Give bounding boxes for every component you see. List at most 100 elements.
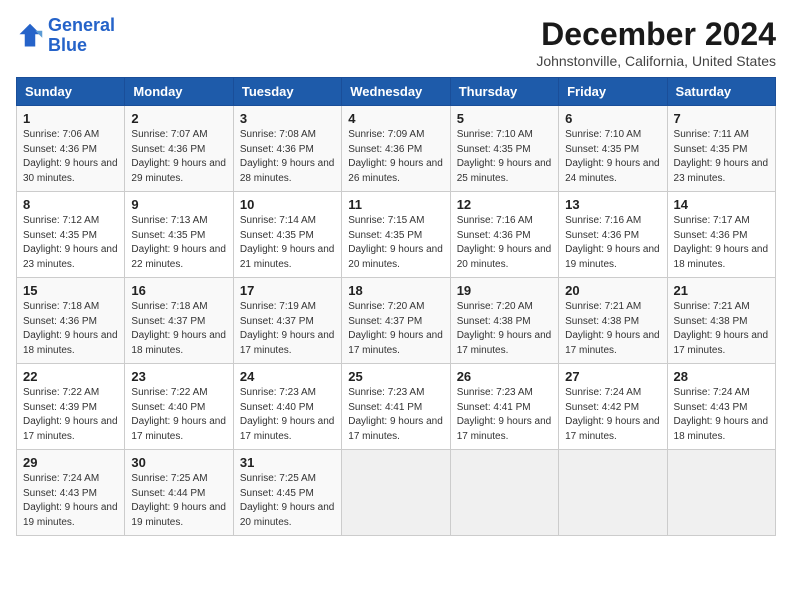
- calendar-cell: [342, 450, 450, 536]
- day-number: 15: [23, 283, 118, 298]
- week-row-1: 1 Sunrise: 7:06 AM Sunset: 4:36 PM Dayli…: [17, 106, 776, 192]
- day-detail: Sunrise: 7:23 AM Sunset: 4:41 PM Dayligh…: [457, 386, 552, 444]
- day-detail: Sunrise: 7:10 AM Sunset: 4:35 PM Dayligh…: [565, 128, 660, 186]
- week-row-3: 15 Sunrise: 7:18 AM Sunset: 4:36 PM Dayl…: [17, 278, 776, 364]
- day-number: 17: [240, 283, 335, 298]
- calendar-cell: 8 Sunrise: 7:12 AM Sunset: 4:35 PM Dayli…: [17, 192, 125, 278]
- day-number: 14: [674, 197, 769, 212]
- calendar-cell: 26 Sunrise: 7:23 AM Sunset: 4:41 PM Dayl…: [450, 364, 558, 450]
- day-detail: Sunrise: 7:25 AM Sunset: 4:44 PM Dayligh…: [131, 472, 226, 530]
- calendar-cell: 16 Sunrise: 7:18 AM Sunset: 4:37 PM Dayl…: [125, 278, 233, 364]
- day-number: 21: [674, 283, 769, 298]
- day-detail: Sunrise: 7:14 AM Sunset: 4:35 PM Dayligh…: [240, 214, 335, 272]
- logo-blue: Blue: [48, 35, 87, 55]
- day-number: 1: [23, 111, 118, 126]
- calendar-cell: 24 Sunrise: 7:23 AM Sunset: 4:40 PM Dayl…: [233, 364, 341, 450]
- calendar-cell: 7 Sunrise: 7:11 AM Sunset: 4:35 PM Dayli…: [667, 106, 775, 192]
- day-detail: Sunrise: 7:09 AM Sunset: 4:36 PM Dayligh…: [348, 128, 443, 186]
- day-number: 5: [457, 111, 552, 126]
- day-detail: Sunrise: 7:16 AM Sunset: 4:36 PM Dayligh…: [457, 214, 552, 272]
- day-detail: Sunrise: 7:22 AM Sunset: 4:39 PM Dayligh…: [23, 386, 118, 444]
- calendar-cell: 20 Sunrise: 7:21 AM Sunset: 4:38 PM Dayl…: [559, 278, 667, 364]
- day-detail: Sunrise: 7:19 AM Sunset: 4:37 PM Dayligh…: [240, 300, 335, 358]
- weekday-header-friday: Friday: [559, 78, 667, 106]
- calendar-cell: 11 Sunrise: 7:15 AM Sunset: 4:35 PM Dayl…: [342, 192, 450, 278]
- day-detail: Sunrise: 7:13 AM Sunset: 4:35 PM Dayligh…: [131, 214, 226, 272]
- calendar-cell: 13 Sunrise: 7:16 AM Sunset: 4:36 PM Dayl…: [559, 192, 667, 278]
- calendar-table: SundayMondayTuesdayWednesdayThursdayFrid…: [16, 77, 776, 536]
- day-number: 3: [240, 111, 335, 126]
- day-number: 31: [240, 455, 335, 470]
- calendar-cell: 29 Sunrise: 7:24 AM Sunset: 4:43 PM Dayl…: [17, 450, 125, 536]
- calendar-cell: 15 Sunrise: 7:18 AM Sunset: 4:36 PM Dayl…: [17, 278, 125, 364]
- calendar-cell: 14 Sunrise: 7:17 AM Sunset: 4:36 PM Dayl…: [667, 192, 775, 278]
- calendar-cell: [559, 450, 667, 536]
- weekday-header-thursday: Thursday: [450, 78, 558, 106]
- day-detail: Sunrise: 7:18 AM Sunset: 4:36 PM Dayligh…: [23, 300, 118, 358]
- day-detail: Sunrise: 7:24 AM Sunset: 4:43 PM Dayligh…: [674, 386, 769, 444]
- day-number: 8: [23, 197, 118, 212]
- day-detail: Sunrise: 7:23 AM Sunset: 4:40 PM Dayligh…: [240, 386, 335, 444]
- calendar-cell: 10 Sunrise: 7:14 AM Sunset: 4:35 PM Dayl…: [233, 192, 341, 278]
- day-number: 26: [457, 369, 552, 384]
- day-number: 9: [131, 197, 226, 212]
- day-detail: Sunrise: 7:22 AM Sunset: 4:40 PM Dayligh…: [131, 386, 226, 444]
- day-number: 19: [457, 283, 552, 298]
- weekday-header-monday: Monday: [125, 78, 233, 106]
- logo: General Blue: [16, 16, 115, 56]
- day-detail: Sunrise: 7:10 AM Sunset: 4:35 PM Dayligh…: [457, 128, 552, 186]
- calendar-cell: 17 Sunrise: 7:19 AM Sunset: 4:37 PM Dayl…: [233, 278, 341, 364]
- day-number: 18: [348, 283, 443, 298]
- day-number: 24: [240, 369, 335, 384]
- day-number: 12: [457, 197, 552, 212]
- day-number: 29: [23, 455, 118, 470]
- day-number: 20: [565, 283, 660, 298]
- day-number: 22: [23, 369, 118, 384]
- month-title: December 2024: [536, 16, 776, 53]
- day-number: 11: [348, 197, 443, 212]
- weekday-header-saturday: Saturday: [667, 78, 775, 106]
- page-header: General Blue December 2024 Johnstonville…: [16, 16, 776, 69]
- calendar-cell: 28 Sunrise: 7:24 AM Sunset: 4:43 PM Dayl…: [667, 364, 775, 450]
- weekday-header-row: SundayMondayTuesdayWednesdayThursdayFrid…: [17, 78, 776, 106]
- calendar-cell: 19 Sunrise: 7:20 AM Sunset: 4:38 PM Dayl…: [450, 278, 558, 364]
- day-number: 7: [674, 111, 769, 126]
- day-detail: Sunrise: 7:20 AM Sunset: 4:37 PM Dayligh…: [348, 300, 443, 358]
- day-number: 28: [674, 369, 769, 384]
- calendar-cell: 23 Sunrise: 7:22 AM Sunset: 4:40 PM Dayl…: [125, 364, 233, 450]
- day-detail: Sunrise: 7:15 AM Sunset: 4:35 PM Dayligh…: [348, 214, 443, 272]
- day-number: 4: [348, 111, 443, 126]
- day-detail: Sunrise: 7:23 AM Sunset: 4:41 PM Dayligh…: [348, 386, 443, 444]
- week-row-2: 8 Sunrise: 7:12 AM Sunset: 4:35 PM Dayli…: [17, 192, 776, 278]
- day-detail: Sunrise: 7:07 AM Sunset: 4:36 PM Dayligh…: [131, 128, 226, 186]
- calendar-cell: 1 Sunrise: 7:06 AM Sunset: 4:36 PM Dayli…: [17, 106, 125, 192]
- calendar-cell: 2 Sunrise: 7:07 AM Sunset: 4:36 PM Dayli…: [125, 106, 233, 192]
- calendar-cell: 4 Sunrise: 7:09 AM Sunset: 4:36 PM Dayli…: [342, 106, 450, 192]
- calendar-cell: 5 Sunrise: 7:10 AM Sunset: 4:35 PM Dayli…: [450, 106, 558, 192]
- calendar-cell: [450, 450, 558, 536]
- day-number: 6: [565, 111, 660, 126]
- weekday-header-sunday: Sunday: [17, 78, 125, 106]
- day-detail: Sunrise: 7:16 AM Sunset: 4:36 PM Dayligh…: [565, 214, 660, 272]
- calendar-cell: 21 Sunrise: 7:21 AM Sunset: 4:38 PM Dayl…: [667, 278, 775, 364]
- weekday-header-wednesday: Wednesday: [342, 78, 450, 106]
- day-number: 10: [240, 197, 335, 212]
- week-row-5: 29 Sunrise: 7:24 AM Sunset: 4:43 PM Dayl…: [17, 450, 776, 536]
- calendar-cell: 22 Sunrise: 7:22 AM Sunset: 4:39 PM Dayl…: [17, 364, 125, 450]
- day-detail: Sunrise: 7:24 AM Sunset: 4:43 PM Dayligh…: [23, 472, 118, 530]
- day-detail: Sunrise: 7:24 AM Sunset: 4:42 PM Dayligh…: [565, 386, 660, 444]
- day-detail: Sunrise: 7:12 AM Sunset: 4:35 PM Dayligh…: [23, 214, 118, 272]
- calendar-cell: 9 Sunrise: 7:13 AM Sunset: 4:35 PM Dayli…: [125, 192, 233, 278]
- day-detail: Sunrise: 7:17 AM Sunset: 4:36 PM Dayligh…: [674, 214, 769, 272]
- calendar-cell: 27 Sunrise: 7:24 AM Sunset: 4:42 PM Dayl…: [559, 364, 667, 450]
- day-detail: Sunrise: 7:18 AM Sunset: 4:37 PM Dayligh…: [131, 300, 226, 358]
- day-detail: Sunrise: 7:20 AM Sunset: 4:38 PM Dayligh…: [457, 300, 552, 358]
- calendar-cell: 30 Sunrise: 7:25 AM Sunset: 4:44 PM Dayl…: [125, 450, 233, 536]
- logo-icon: [16, 22, 44, 50]
- day-detail: Sunrise: 7:11 AM Sunset: 4:35 PM Dayligh…: [674, 128, 769, 186]
- day-detail: Sunrise: 7:06 AM Sunset: 4:36 PM Dayligh…: [23, 128, 118, 186]
- day-number: 25: [348, 369, 443, 384]
- calendar-cell: 12 Sunrise: 7:16 AM Sunset: 4:36 PM Dayl…: [450, 192, 558, 278]
- location-subtitle: Johnstonville, California, United States: [536, 53, 776, 69]
- logo-general: General: [48, 15, 115, 35]
